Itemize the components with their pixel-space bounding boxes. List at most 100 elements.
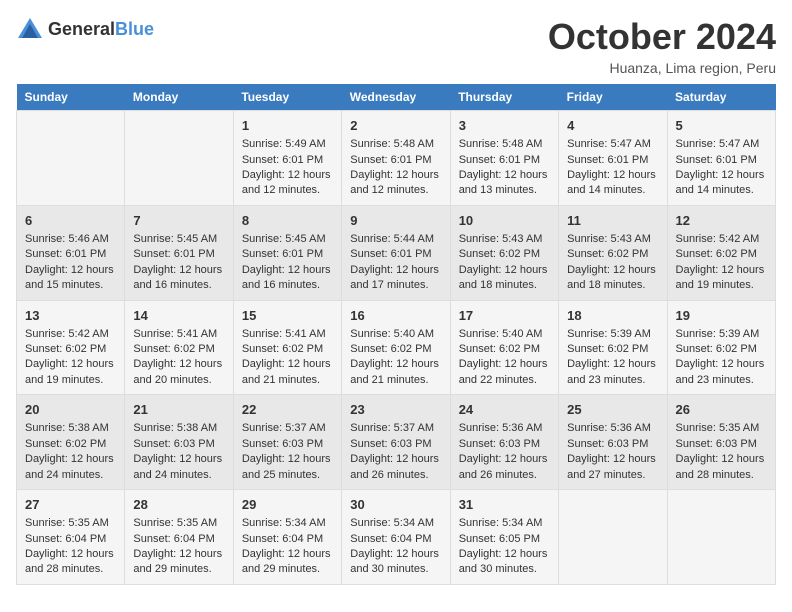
- calendar-cell: 19 Sunrise: 5:39 AM Sunset: 6:02 PM Dayl…: [667, 300, 775, 395]
- day-number: 18: [567, 307, 658, 325]
- sunset: Sunset: 6:02 PM: [350, 343, 431, 355]
- col-header-thursday: Thursday: [450, 84, 558, 111]
- location: Huanza, Lima region, Peru: [548, 60, 776, 76]
- daylight: Daylight: 12 hours and 26 minutes.: [350, 453, 439, 480]
- sunset: Sunset: 6:01 PM: [567, 154, 648, 166]
- week-row-1: 1 Sunrise: 5:49 AM Sunset: 6:01 PM Dayli…: [17, 111, 776, 206]
- calendar-cell: 27 Sunrise: 5:35 AM Sunset: 6:04 PM Dayl…: [17, 490, 125, 585]
- sunrise: Sunrise: 5:36 AM: [459, 422, 543, 434]
- sunset: Sunset: 6:01 PM: [676, 154, 757, 166]
- day-number: 16: [350, 307, 441, 325]
- daylight: Daylight: 12 hours and 16 minutes.: [242, 264, 331, 291]
- sunrise: Sunrise: 5:48 AM: [459, 138, 543, 150]
- sunrise: Sunrise: 5:39 AM: [676, 328, 760, 340]
- sunset: Sunset: 6:04 PM: [242, 533, 323, 545]
- day-number: 29: [242, 496, 333, 514]
- daylight: Daylight: 12 hours and 12 minutes.: [242, 169, 331, 196]
- calendar-cell: 12 Sunrise: 5:42 AM Sunset: 6:02 PM Dayl…: [667, 205, 775, 300]
- calendar-cell: 11 Sunrise: 5:43 AM Sunset: 6:02 PM Dayl…: [559, 205, 667, 300]
- sunrise: Sunrise: 5:40 AM: [350, 328, 434, 340]
- col-header-wednesday: Wednesday: [342, 84, 450, 111]
- daylight: Daylight: 12 hours and 24 minutes.: [133, 453, 222, 480]
- calendar-cell: 2 Sunrise: 5:48 AM Sunset: 6:01 PM Dayli…: [342, 111, 450, 206]
- sunset: Sunset: 6:01 PM: [25, 248, 106, 260]
- daylight: Daylight: 12 hours and 30 minutes.: [459, 548, 548, 575]
- daylight: Daylight: 12 hours and 29 minutes.: [242, 548, 331, 575]
- day-number: 5: [676, 117, 767, 135]
- calendar-cell: 10 Sunrise: 5:43 AM Sunset: 6:02 PM Dayl…: [450, 205, 558, 300]
- logo-blue: Blue: [115, 19, 154, 39]
- sunset: Sunset: 6:02 PM: [25, 438, 106, 450]
- calendar-cell: 15 Sunrise: 5:41 AM Sunset: 6:02 PM Dayl…: [233, 300, 341, 395]
- day-number: 1: [242, 117, 333, 135]
- calendar-cell: 8 Sunrise: 5:45 AM Sunset: 6:01 PM Dayli…: [233, 205, 341, 300]
- page-header: GeneralBlue October 2024 Huanza, Lima re…: [16, 16, 776, 76]
- daylight: Daylight: 12 hours and 29 minutes.: [133, 548, 222, 575]
- sunrise: Sunrise: 5:43 AM: [567, 233, 651, 245]
- sunset: Sunset: 6:02 PM: [676, 343, 757, 355]
- daylight: Daylight: 12 hours and 20 minutes.: [133, 358, 222, 385]
- daylight: Daylight: 12 hours and 28 minutes.: [25, 548, 114, 575]
- daylight: Daylight: 12 hours and 12 minutes.: [350, 169, 439, 196]
- daylight: Daylight: 12 hours and 30 minutes.: [350, 548, 439, 575]
- calendar-cell: 24 Sunrise: 5:36 AM Sunset: 6:03 PM Dayl…: [450, 395, 558, 490]
- daylight: Daylight: 12 hours and 23 minutes.: [567, 358, 656, 385]
- sunset: Sunset: 6:01 PM: [242, 154, 323, 166]
- sunrise: Sunrise: 5:42 AM: [676, 233, 760, 245]
- day-number: 10: [459, 212, 550, 230]
- sunset: Sunset: 6:04 PM: [350, 533, 431, 545]
- daylight: Daylight: 12 hours and 27 minutes.: [567, 453, 656, 480]
- sunset: Sunset: 6:02 PM: [567, 248, 648, 260]
- week-row-5: 27 Sunrise: 5:35 AM Sunset: 6:04 PM Dayl…: [17, 490, 776, 585]
- calendar-cell: [17, 111, 125, 206]
- sunset: Sunset: 6:01 PM: [459, 154, 540, 166]
- sunset: Sunset: 6:02 PM: [459, 343, 540, 355]
- calendar-cell: 18 Sunrise: 5:39 AM Sunset: 6:02 PM Dayl…: [559, 300, 667, 395]
- week-row-2: 6 Sunrise: 5:46 AM Sunset: 6:01 PM Dayli…: [17, 205, 776, 300]
- sunset: Sunset: 6:02 PM: [676, 248, 757, 260]
- daylight: Daylight: 12 hours and 23 minutes.: [676, 358, 765, 385]
- calendar-cell: 16 Sunrise: 5:40 AM Sunset: 6:02 PM Dayl…: [342, 300, 450, 395]
- col-header-monday: Monday: [125, 84, 233, 111]
- calendar-cell: 26 Sunrise: 5:35 AM Sunset: 6:03 PM Dayl…: [667, 395, 775, 490]
- sunrise: Sunrise: 5:48 AM: [350, 138, 434, 150]
- calendar-cell: 23 Sunrise: 5:37 AM Sunset: 6:03 PM Dayl…: [342, 395, 450, 490]
- sunrise: Sunrise: 5:40 AM: [459, 328, 543, 340]
- sunrise: Sunrise: 5:35 AM: [25, 517, 109, 529]
- day-number: 4: [567, 117, 658, 135]
- col-header-tuesday: Tuesday: [233, 84, 341, 111]
- sunset: Sunset: 6:03 PM: [242, 438, 323, 450]
- daylight: Daylight: 12 hours and 14 minutes.: [676, 169, 765, 196]
- calendar-cell: 22 Sunrise: 5:37 AM Sunset: 6:03 PM Dayl…: [233, 395, 341, 490]
- calendar-cell: [125, 111, 233, 206]
- calendar-cell: 29 Sunrise: 5:34 AM Sunset: 6:04 PM Dayl…: [233, 490, 341, 585]
- daylight: Daylight: 12 hours and 17 minutes.: [350, 264, 439, 291]
- sunset: Sunset: 6:03 PM: [459, 438, 540, 450]
- daylight: Daylight: 12 hours and 18 minutes.: [567, 264, 656, 291]
- sunrise: Sunrise: 5:34 AM: [350, 517, 434, 529]
- sunrise: Sunrise: 5:35 AM: [133, 517, 217, 529]
- calendar-cell: 20 Sunrise: 5:38 AM Sunset: 6:02 PM Dayl…: [17, 395, 125, 490]
- day-number: 8: [242, 212, 333, 230]
- calendar-cell: [559, 490, 667, 585]
- sunrise: Sunrise: 5:41 AM: [133, 328, 217, 340]
- calendar-table: SundayMondayTuesdayWednesdayThursdayFrid…: [16, 84, 776, 585]
- sunset: Sunset: 6:05 PM: [459, 533, 540, 545]
- sunrise: Sunrise: 5:35 AM: [676, 422, 760, 434]
- calendar-cell: 13 Sunrise: 5:42 AM Sunset: 6:02 PM Dayl…: [17, 300, 125, 395]
- sunset: Sunset: 6:02 PM: [25, 343, 106, 355]
- calendar-cell: 4 Sunrise: 5:47 AM Sunset: 6:01 PM Dayli…: [559, 111, 667, 206]
- sunrise: Sunrise: 5:36 AM: [567, 422, 651, 434]
- day-number: 31: [459, 496, 550, 514]
- calendar-cell: 3 Sunrise: 5:48 AM Sunset: 6:01 PM Dayli…: [450, 111, 558, 206]
- daylight: Daylight: 12 hours and 28 minutes.: [676, 453, 765, 480]
- header-row: SundayMondayTuesdayWednesdayThursdayFrid…: [17, 84, 776, 111]
- week-row-4: 20 Sunrise: 5:38 AM Sunset: 6:02 PM Dayl…: [17, 395, 776, 490]
- day-number: 3: [459, 117, 550, 135]
- col-header-friday: Friday: [559, 84, 667, 111]
- sunset: Sunset: 6:01 PM: [350, 154, 431, 166]
- day-number: 20: [25, 401, 116, 419]
- calendar-cell: 28 Sunrise: 5:35 AM Sunset: 6:04 PM Dayl…: [125, 490, 233, 585]
- day-number: 15: [242, 307, 333, 325]
- daylight: Daylight: 12 hours and 25 minutes.: [242, 453, 331, 480]
